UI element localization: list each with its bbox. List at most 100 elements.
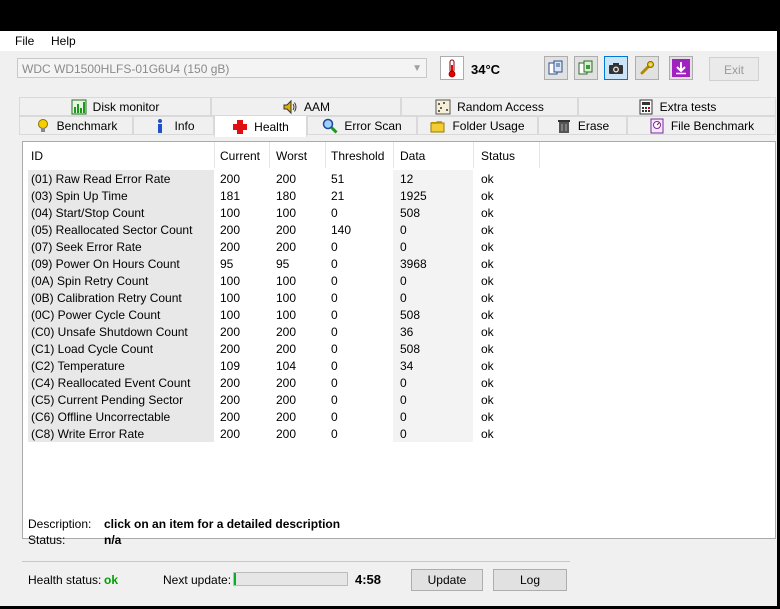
table-row[interactable]: (C0) Unsafe Shutdown Count 200 200 0 36 ok bbox=[23, 323, 775, 340]
cell-current: 200 bbox=[220, 410, 241, 424]
cell-worst: 200 bbox=[276, 427, 297, 441]
lightbulb-icon bbox=[35, 118, 51, 134]
cell-id: (C8) Write Error Rate bbox=[31, 427, 145, 441]
arrow-down-icon bbox=[672, 59, 690, 77]
cell-id: (01) Raw Read Error Rate bbox=[31, 172, 171, 186]
cell-id: (C0) Unsafe Shutdown Count bbox=[31, 325, 188, 339]
table-row[interactable]: (03) Spin Up Time 181 180 21 1925 ok bbox=[23, 187, 775, 204]
tab-random-access[interactable]: Random Access bbox=[401, 97, 578, 116]
tab-health[interactable]: Health bbox=[214, 115, 307, 137]
tab-file-benchmark[interactable]: File Benchmark bbox=[627, 116, 776, 135]
table-row[interactable]: (C8) Write Error Rate 200 200 0 0 ok bbox=[23, 425, 775, 442]
table-row[interactable]: (C1) Load Cycle Count 200 200 0 508 ok bbox=[23, 340, 775, 357]
cell-current: 200 bbox=[220, 342, 241, 356]
cell-current: 200 bbox=[220, 325, 241, 339]
cell-threshold: 0 bbox=[331, 376, 338, 390]
app-window: File Help WDC WD1500HLFS-01G6U4 (150 gB)… bbox=[0, 31, 777, 606]
col-header-data[interactable]: Data bbox=[400, 149, 425, 163]
update-button[interactable]: Update bbox=[411, 569, 483, 591]
table-row[interactable]: (01) Raw Read Error Rate 200 200 51 12 ok bbox=[23, 170, 775, 187]
cell-threshold: 0 bbox=[331, 308, 338, 322]
col-header-worst[interactable]: Worst bbox=[276, 149, 307, 163]
trash-icon bbox=[556, 118, 572, 134]
table-row[interactable]: (0A) Spin Retry Count 100 100 0 0 ok bbox=[23, 272, 775, 289]
table-row[interactable]: (05) Reallocated Sector Count 200 200 140 0 o… bbox=[23, 221, 775, 238]
table-row[interactable]: (C5) Current Pending Sector 200 200 0 0 ok bbox=[23, 391, 775, 408]
magnifier-icon bbox=[322, 118, 338, 134]
cell-status: ok bbox=[481, 274, 494, 288]
menu-bar: File Help bbox=[0, 31, 777, 51]
cell-threshold: 51 bbox=[331, 172, 345, 186]
cell-id: (0B) Calibration Retry Count bbox=[31, 291, 182, 305]
cell-data: 0 bbox=[400, 427, 407, 441]
tab-label: Health bbox=[254, 119, 289, 134]
wrench-icon bbox=[640, 61, 654, 75]
cell-id: (03) Spin Up Time bbox=[31, 189, 128, 203]
table-row[interactable]: (0C) Power Cycle Count 100 100 0 508 ok bbox=[23, 306, 775, 323]
temperature-value: 34°C bbox=[471, 62, 501, 77]
copy-info-button[interactable] bbox=[544, 56, 568, 80]
tab-info[interactable]: Info bbox=[133, 116, 214, 135]
cell-status: ok bbox=[481, 291, 494, 305]
table-row[interactable]: (09) Power On Hours Count 95 95 0 3968 ok bbox=[23, 255, 775, 272]
cell-data: 508 bbox=[400, 206, 421, 220]
cell-data: 508 bbox=[400, 342, 421, 356]
table-row[interactable]: (07) Seek Error Rate 200 200 0 0 ok bbox=[23, 238, 775, 255]
tab-extra-tests[interactable]: Extra tests bbox=[578, 97, 776, 116]
cell-worst: 95 bbox=[276, 257, 290, 271]
file-benchmark-icon bbox=[649, 118, 665, 134]
cell-data: 0 bbox=[400, 274, 407, 288]
tab-label: Random Access bbox=[457, 99, 544, 114]
status-value: n/a bbox=[104, 533, 122, 547]
screenshot-button[interactable] bbox=[604, 56, 628, 80]
table-row[interactable]: (0B) Calibration Retry Count 100 100 0 0 ok bbox=[23, 289, 775, 306]
copy-all-button[interactable] bbox=[574, 56, 598, 80]
cell-threshold: 21 bbox=[331, 189, 345, 203]
tab-label: Folder Usage bbox=[452, 118, 525, 133]
save-down-button[interactable] bbox=[669, 56, 693, 80]
drive-select[interactable]: WDC WD1500HLFS-01G6U4 (150 gB) ▼ bbox=[17, 58, 427, 78]
tab-erase[interactable]: Erase bbox=[538, 116, 627, 135]
menu-file[interactable]: File bbox=[15, 34, 34, 48]
table-row[interactable]: (C4) Reallocated Event Count 200 200 0 0 ok bbox=[23, 374, 775, 391]
col-header-status[interactable]: Status bbox=[481, 149, 515, 163]
divider bbox=[22, 561, 570, 562]
copy-all-icon bbox=[578, 60, 593, 75]
tab-disk-monitor[interactable]: Disk monitor bbox=[19, 97, 211, 116]
col-header-current[interactable]: Current bbox=[220, 149, 260, 163]
cell-id: (09) Power On Hours Count bbox=[31, 257, 180, 271]
chevron-down-icon: ▼ bbox=[412, 63, 422, 74]
cell-current: 200 bbox=[220, 172, 241, 186]
log-button[interactable]: Log bbox=[493, 569, 567, 591]
tab-error-scan[interactable]: Error Scan bbox=[307, 116, 417, 135]
table-row[interactable]: (04) Start/Stop Count 100 100 0 508 ok bbox=[23, 204, 775, 221]
cell-status: ok bbox=[481, 376, 494, 390]
cell-data: 0 bbox=[400, 223, 407, 237]
folder-icon bbox=[430, 118, 446, 134]
menu-help[interactable]: Help bbox=[51, 34, 76, 48]
options-button[interactable] bbox=[635, 56, 659, 80]
description-label: Description: bbox=[28, 517, 92, 531]
drive-select-value: WDC WD1500HLFS-01G6U4 (150 gB) bbox=[22, 62, 230, 76]
cell-current: 95 bbox=[220, 257, 234, 271]
cell-threshold: 140 bbox=[331, 223, 352, 237]
col-header-threshold[interactable]: Threshold bbox=[331, 149, 384, 163]
tab-label: Error Scan bbox=[344, 118, 402, 133]
tab-folder-usage[interactable]: Folder Usage bbox=[417, 116, 538, 135]
exit-button[interactable]: Exit bbox=[709, 57, 759, 81]
cell-status: ok bbox=[481, 342, 494, 356]
tab-label: Extra tests bbox=[659, 99, 717, 114]
col-header-id[interactable]: ID bbox=[31, 149, 43, 163]
health-status-value: ok bbox=[104, 573, 119, 587]
table-row[interactable]: (C2) Temperature 109 104 0 34 ok bbox=[23, 357, 775, 374]
cell-status: ok bbox=[481, 427, 494, 441]
cell-id: (0C) Power Cycle Count bbox=[31, 308, 161, 322]
cell-worst: 200 bbox=[276, 410, 297, 424]
tab-aam[interactable]: AAM bbox=[211, 97, 401, 116]
table-row[interactable]: (C6) Offline Uncorrectable 200 200 0 0 ok bbox=[23, 408, 775, 425]
cell-worst: 100 bbox=[276, 308, 297, 322]
tab-benchmark[interactable]: Benchmark bbox=[19, 116, 133, 135]
cell-threshold: 0 bbox=[331, 359, 338, 373]
cell-id: (C5) Current Pending Sector bbox=[31, 393, 184, 407]
cell-status: ok bbox=[481, 393, 494, 407]
